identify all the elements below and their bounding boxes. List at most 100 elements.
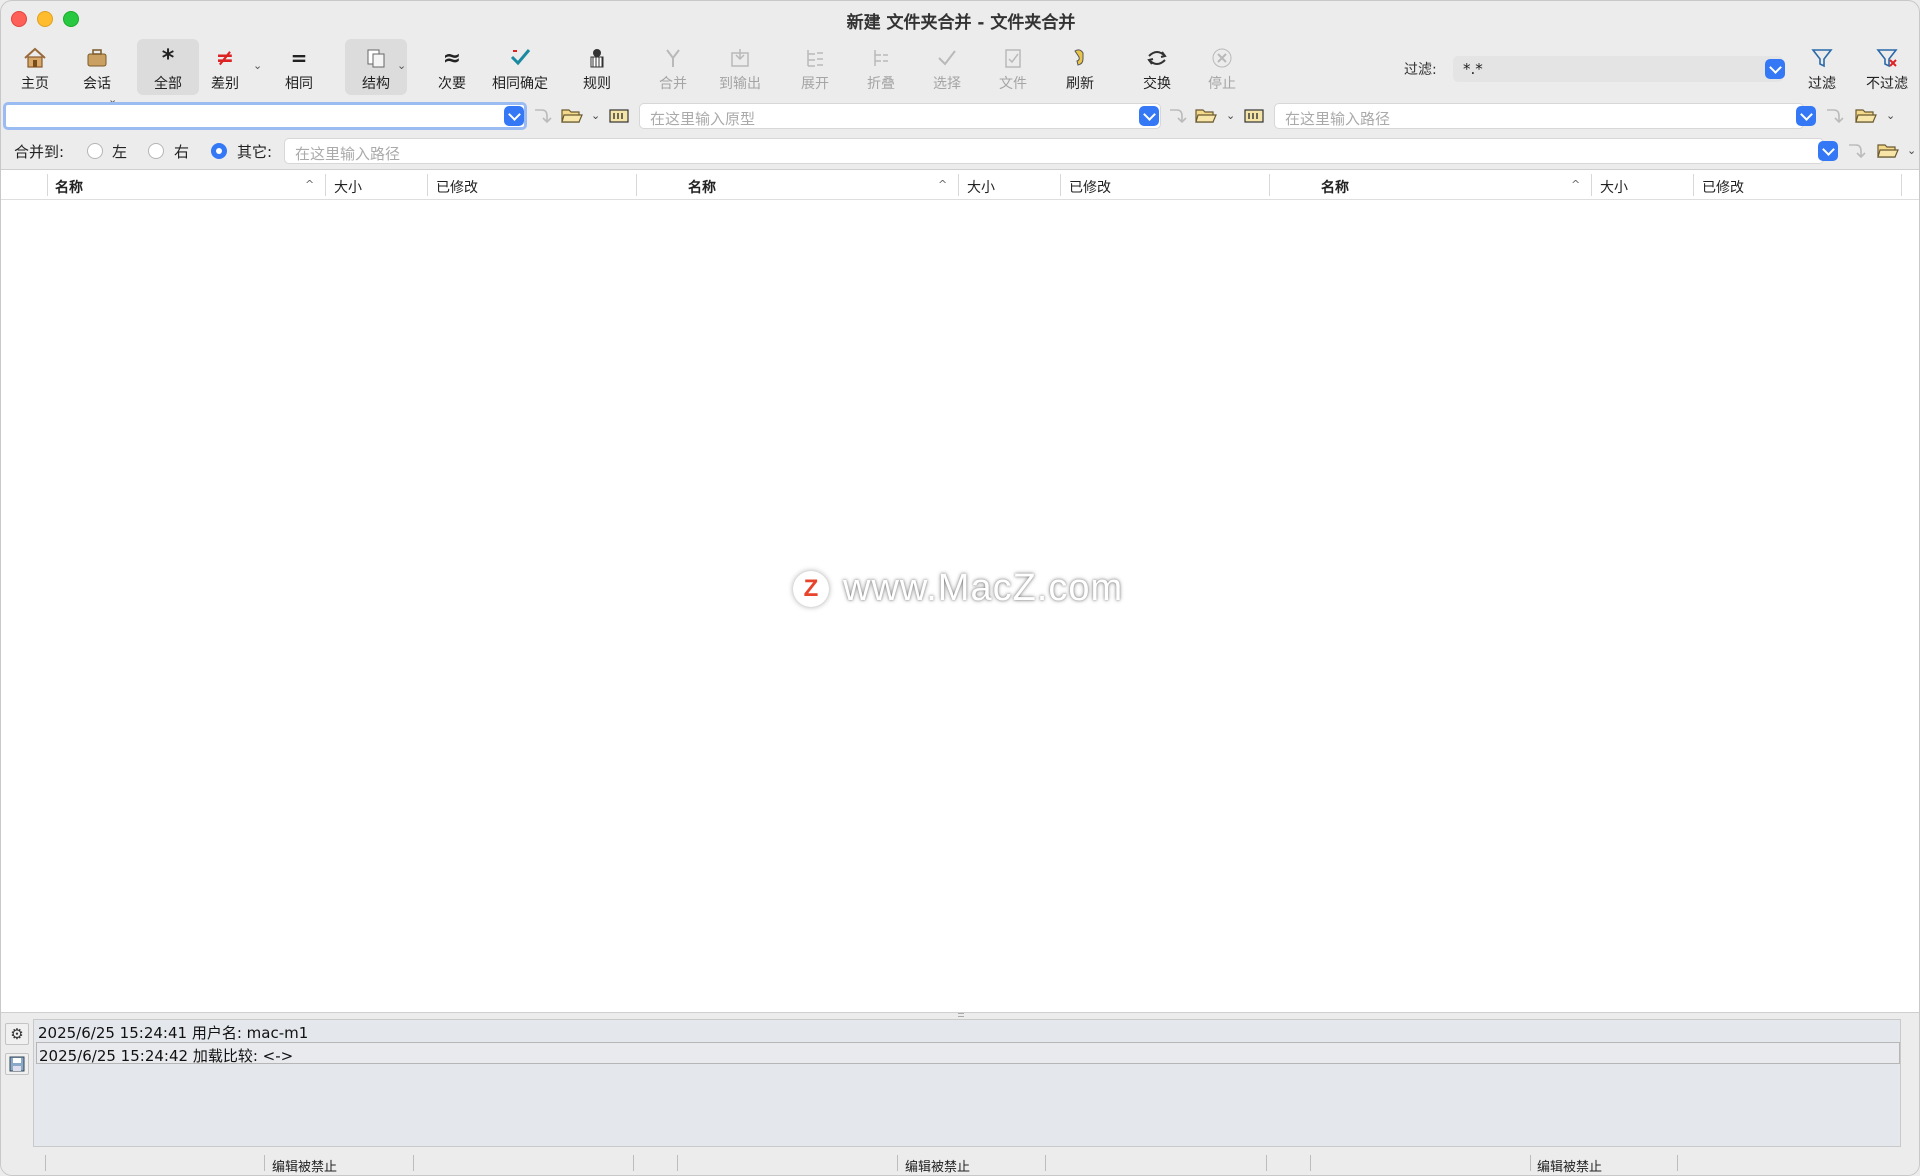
center-sort-icon: ^ [938,178,948,191]
right-col-modified[interactable]: 已修改 [1702,177,1744,197]
merge-icon [661,45,685,71]
left-status-text: 编辑被禁止 [272,1160,338,1175]
window-title: 新建 文件夹合并 - 文件夹合并 [846,13,1076,33]
refresh-button[interactable]: 刷新 [1062,39,1098,95]
left-folder-chevron-icon[interactable]: ⌄ [591,109,600,122]
check-icon [935,45,959,71]
all-button[interactable]: * 全部 [137,39,199,95]
merge-folder-icon[interactable] [1876,140,1900,162]
merge-to-row: 合并到: 左 右 其它: 在这里输入路径 ⌄ [1,137,1919,165]
funnel-off-icon [1875,45,1899,71]
merge-right-radio[interactable] [148,143,164,159]
equal-icon: = [290,46,308,70]
stop-icon [1210,45,1234,71]
grid-header: 名称 ^ 大小 已修改 名称 ^ 大小 已修改 名称 ^ 大小 已修改 [1,170,1919,200]
select-button[interactable]: 选择 [929,39,965,95]
not-equal-icon: ≠ [215,45,235,71]
structure-dropdown-icon[interactable]: ⌄ [397,59,406,72]
merge-load-icon[interactable] [1844,140,1868,162]
same-confirm-button[interactable]: 相同确定 [487,39,553,95]
briefcase-icon [85,45,109,71]
no-filter-button[interactable]: 不过滤 [1861,39,1913,95]
left-path-input[interactable] [3,102,527,130]
center-col-modified[interactable]: 已修改 [1069,177,1111,197]
center-path-dropdown-icon[interactable] [1139,106,1159,126]
merge-path-input[interactable]: 在这里输入路径 [284,138,1824,164]
file-check-icon [1001,45,1025,71]
left-col-size[interactable]: 大小 [334,177,362,197]
swap-icon [1145,45,1169,71]
diff-button[interactable]: ≠ 差别 [207,39,243,95]
swap-button[interactable]: 交换 [1139,39,1175,95]
center-col-size[interactable]: 大小 [967,177,995,197]
center-path-input[interactable]: 在这里输入原型 [639,103,1161,129]
center-folder-icon[interactable] [1194,105,1218,127]
left-col-name[interactable]: 名称 [55,177,83,197]
diff-dropdown-icon[interactable]: ⌄ [253,59,262,72]
center-folder-chevron-icon[interactable]: ⌄ [1226,109,1235,122]
right-col-size[interactable]: 大小 [1600,177,1628,197]
log-entry[interactable]: 2025/6/25 15:24:42 加载比较: <-> [36,1042,1900,1065]
merge-button[interactable]: 合并 [655,39,691,95]
filter-label: 过滤: [1404,62,1437,78]
left-col-modified[interactable]: 已修改 [436,177,478,197]
check-confirm-icon [508,45,532,71]
merge-right-label: 右 [174,143,190,161]
merge-left-radio[interactable] [87,143,103,159]
right-path-dropdown-icon[interactable] [1796,106,1816,126]
filter-value: *.* [1463,60,1483,78]
filter-dropdown-icon[interactable] [1765,59,1785,79]
filter-button[interactable]: 过滤 [1801,39,1843,95]
left-load-icon[interactable] [530,105,554,127]
path-row: ⌄ 在这里输入原型 ⌄ 在这里输入路径 ⌄ [1,102,1919,132]
merge-left-label: 左 [112,143,128,161]
minor-button[interactable]: ≈ 次要 [433,39,471,95]
center-load-icon[interactable] [1165,105,1189,127]
right-folder-icon[interactable] [1854,105,1878,127]
title-bar: 新建 文件夹合并 - 文件夹合并 [1,1,1919,35]
app-window: 新建 文件夹合并 - 文件夹合并 主页 会话 ⌄ * 全部 ≠ 差别 ⌄ = 相… [0,0,1920,1176]
log-entry[interactable]: 2025/6/25 15:24:41 用户名: mac-m1 [36,1020,1900,1042]
files-button[interactable]: 文件 [995,39,1031,95]
filter-select[interactable]: *.* [1453,56,1783,82]
merge-folder-chevron-icon[interactable]: ⌄ [1907,144,1916,157]
merge-other-radio[interactable] [211,143,227,159]
funnel-icon [1810,45,1834,71]
left-browse-icon[interactable] [607,105,631,127]
log-settings-button[interactable]: ⚙ [5,1023,29,1045]
collapse-icon [869,45,893,71]
log-save-button[interactable] [5,1053,29,1075]
stop-button[interactable]: 停止 [1204,39,1240,95]
left-path-dropdown-icon[interactable] [504,106,524,126]
status-bar: 编辑被禁止 编辑被禁止 编辑被禁止 [1,1151,1919,1175]
merge-path-dropdown-icon[interactable] [1818,141,1838,161]
center-browse-icon[interactable] [1242,105,1266,127]
right-load-icon[interactable] [1822,105,1846,127]
home-button[interactable]: 主页 [15,39,55,95]
right-col-name[interactable]: 名称 [1321,177,1349,197]
session-button[interactable]: 会话 [75,39,119,95]
right-path-input[interactable]: 在这里输入路径 [1274,103,1804,129]
center-col-name[interactable]: 名称 [688,177,716,197]
watermark-logo: Z [793,570,829,607]
right-sort-icon: ^ [1571,178,1581,191]
structure-icon [364,45,388,71]
expand-button[interactable]: 展开 [797,39,833,95]
watermark: Z www.MacZ.com [793,567,1123,610]
refresh-icon [1068,45,1092,71]
asterisk-icon: * [161,44,175,72]
same-button[interactable]: = 相同 [280,39,318,95]
right-status-text: 编辑被禁止 [1537,1160,1603,1175]
referee-icon [585,45,609,71]
merge-other-label: 其它: [237,143,273,161]
rules-button[interactable]: 规则 [579,39,615,95]
approx-icon: ≈ [442,45,462,71]
to-output-button[interactable]: 到输出 [715,39,765,95]
left-folder-icon[interactable] [560,105,584,127]
watermark-text: www.MacZ.com [843,567,1124,609]
gear-icon: ⚙ [10,1025,24,1043]
expand-icon [803,45,827,71]
collapse-button[interactable]: 折叠 [863,39,899,95]
save-icon [9,1056,25,1072]
right-folder-chevron-icon[interactable]: ⌄ [1886,109,1895,122]
